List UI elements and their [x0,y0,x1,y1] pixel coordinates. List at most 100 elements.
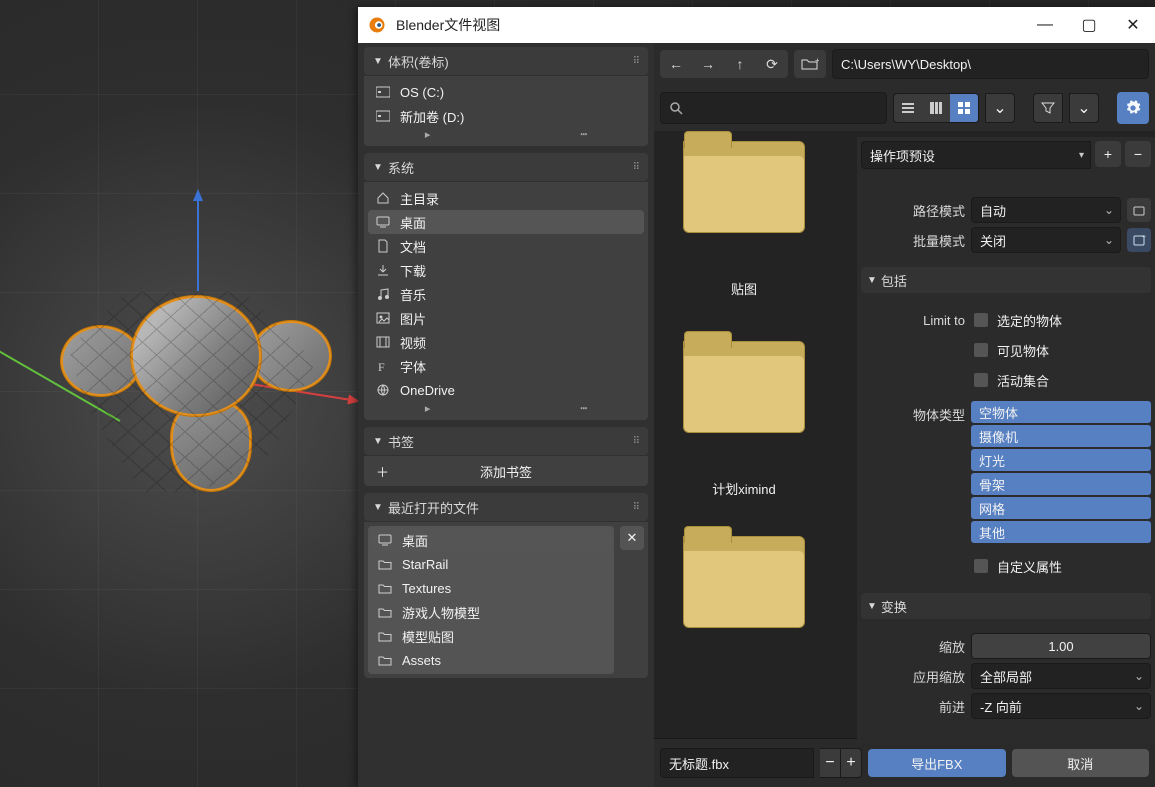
path-input[interactable]: C:\Users\WY\Desktop\ [832,49,1149,79]
object-type-toggle[interactable]: 空物体 [971,401,1151,423]
chevron-down-icon: ▼ [370,56,386,67]
checkbox-visible-objects[interactable] [973,342,989,358]
clear-recent-button[interactable]: ✕ [620,526,644,550]
checkbox-custom-props[interactable] [973,558,989,574]
checkbox-active-collection[interactable] [973,372,989,388]
drag-dots-icon[interactable]: ┅ [580,402,587,416]
section-system-label: 系统 [388,158,414,177]
chevron-down-icon: ▼ [370,162,386,173]
folder-icon [374,239,392,253]
checkbox-selected-objects[interactable] [973,312,989,328]
section-system[interactable]: ▼ 系统 ⠿ [364,153,648,181]
path-mode-extra[interactable] [1127,198,1151,222]
recent-item[interactable]: 游戏人物模型 [370,600,612,624]
folder-item-selected[interactable] [659,536,829,636]
system-item[interactable]: 主目录 [368,186,644,210]
add-bookmark-button[interactable]: ＋添加书签 [368,460,644,482]
file-browser-dialog: Blender文件视图 — ▢ ✕ ▼ 体积(卷标) ⠿ OS (C:) 新加卷… [358,7,1155,787]
filter-dropdown[interactable]: ⌄ [1069,93,1099,123]
up-button[interactable]: ↑ [724,50,756,78]
folder-icon [376,582,394,594]
system-item[interactable]: 桌面 [368,210,644,234]
svg-text:F: F [378,360,385,373]
section-transform[interactable]: ▼变换 [861,593,1151,619]
grip-icon[interactable]: ⠿ [633,502,642,513]
object-type-toggle[interactable]: 摄像机 [971,425,1151,447]
forward-button[interactable]: → [692,50,724,78]
refresh-button[interactable]: ⟳ [756,50,788,78]
cancel-button[interactable]: 取消 [1012,749,1150,777]
system-item[interactable]: 下载 [368,258,644,282]
preset-add-button[interactable]: + [1095,141,1121,167]
new-folder-button[interactable]: + [794,50,826,78]
back-button[interactable]: ← [660,50,692,78]
export-button[interactable]: 导出FBX [868,749,1006,777]
minimize-button[interactable]: — [1023,7,1067,43]
recent-item[interactable]: Textures [370,576,612,600]
view-list-horizontal[interactable] [922,94,950,122]
bookmarks-panel: ▼ 体积(卷标) ⠿ OS (C:) 新加卷 (D:) ▸ ┅ ▼ 系统 ⠿ [358,43,654,787]
filename-input[interactable]: 无标题.fbx [660,748,814,778]
object-types-label: 物体类型 [861,401,965,424]
filename-stepper: − + [820,748,862,778]
search-icon [669,101,683,115]
forward-axis-select[interactable]: -Z 向前 [971,693,1151,719]
section-volumes[interactable]: ▼ 体积(卷标) ⠿ [364,47,648,75]
increment-button[interactable]: + [841,748,862,778]
filter-button[interactable] [1033,93,1063,123]
folder-icon [374,335,392,349]
section-bookmarks[interactable]: ▼ 书签 ⠿ [364,427,648,455]
expand-icon[interactable]: ▸ [425,128,431,142]
system-item[interactable]: F字体 [368,354,644,378]
batch-mode-extra[interactable]: + [1127,228,1151,252]
grip-icon[interactable]: ⠿ [633,162,642,173]
plus-icon: ＋ [376,462,389,481]
close-button[interactable]: ✕ [1111,7,1155,43]
object-type-toggle[interactable]: 其他 [971,521,1151,543]
system-item[interactable]: 音乐 [368,282,644,306]
batch-mode-select[interactable]: 关闭 [971,227,1121,253]
system-item[interactable]: 文档 [368,234,644,258]
recent-item[interactable]: 桌面 [370,528,612,552]
drag-dots-icon[interactable]: ┅ [580,128,587,142]
object-type-toggle[interactable]: 骨架 [971,473,1151,495]
section-recent-label: 最近打开的文件 [388,498,479,517]
view-options-dropdown[interactable]: ⌄ [985,93,1015,123]
folder-item[interactable]: 贴图 [659,141,829,298]
scale-input[interactable]: 1.00 [971,633,1151,659]
system-item[interactable]: 视频 [368,330,644,354]
folder-item[interactable]: 计划ximind [659,341,829,498]
decrement-button[interactable]: − [820,748,841,778]
folder-icon [374,311,392,325]
section-recent[interactable]: ▼ 最近打开的文件 ⠿ [364,493,648,521]
maximize-button[interactable]: ▢ [1067,7,1111,43]
object-type-toggle[interactable]: 灯光 [971,449,1151,471]
apply-scale-select[interactable]: 全部局部 [971,663,1151,689]
settings-button[interactable] [1117,92,1149,124]
suzanne-mesh[interactable] [40,245,330,505]
system-item[interactable]: 图片 [368,306,644,330]
folder-icon [376,558,394,570]
view-list-vertical[interactable] [894,94,922,122]
grip-icon[interactable]: ⠿ [633,56,642,67]
preset-remove-button[interactable]: − [1125,141,1151,167]
search-input[interactable] [660,92,887,124]
hdd-icon [374,110,392,122]
path-mode-select[interactable]: 自动 [971,197,1121,223]
volume-os-c[interactable]: OS (C:) [368,80,644,104]
recent-item[interactable]: StarRail [370,552,612,576]
export-options-panel: 操作项预设 + − 路径模式 自动 批量模式 关闭 + ▼包括 Limit to… [857,137,1155,743]
folder-icon [376,533,394,547]
volume-d[interactable]: 新加卷 (D:) [368,104,644,128]
system-item[interactable]: OneDrive [368,378,644,402]
titlebar[interactable]: Blender文件视图 — ▢ ✕ [358,7,1155,43]
section-include[interactable]: ▼包括 [861,267,1151,293]
recent-item[interactable]: 模型贴图 [370,624,612,648]
recent-item[interactable]: Assets [370,648,612,672]
expand-icon[interactable]: ▸ [425,402,431,416]
preset-select[interactable]: 操作项预设 [861,141,1091,169]
object-type-toggle[interactable]: 网格 [971,497,1151,519]
view-thumbnails[interactable] [950,94,978,122]
section-volumes-label: 体积(卷标) [388,52,449,71]
grip-icon[interactable]: ⠿ [633,436,642,447]
